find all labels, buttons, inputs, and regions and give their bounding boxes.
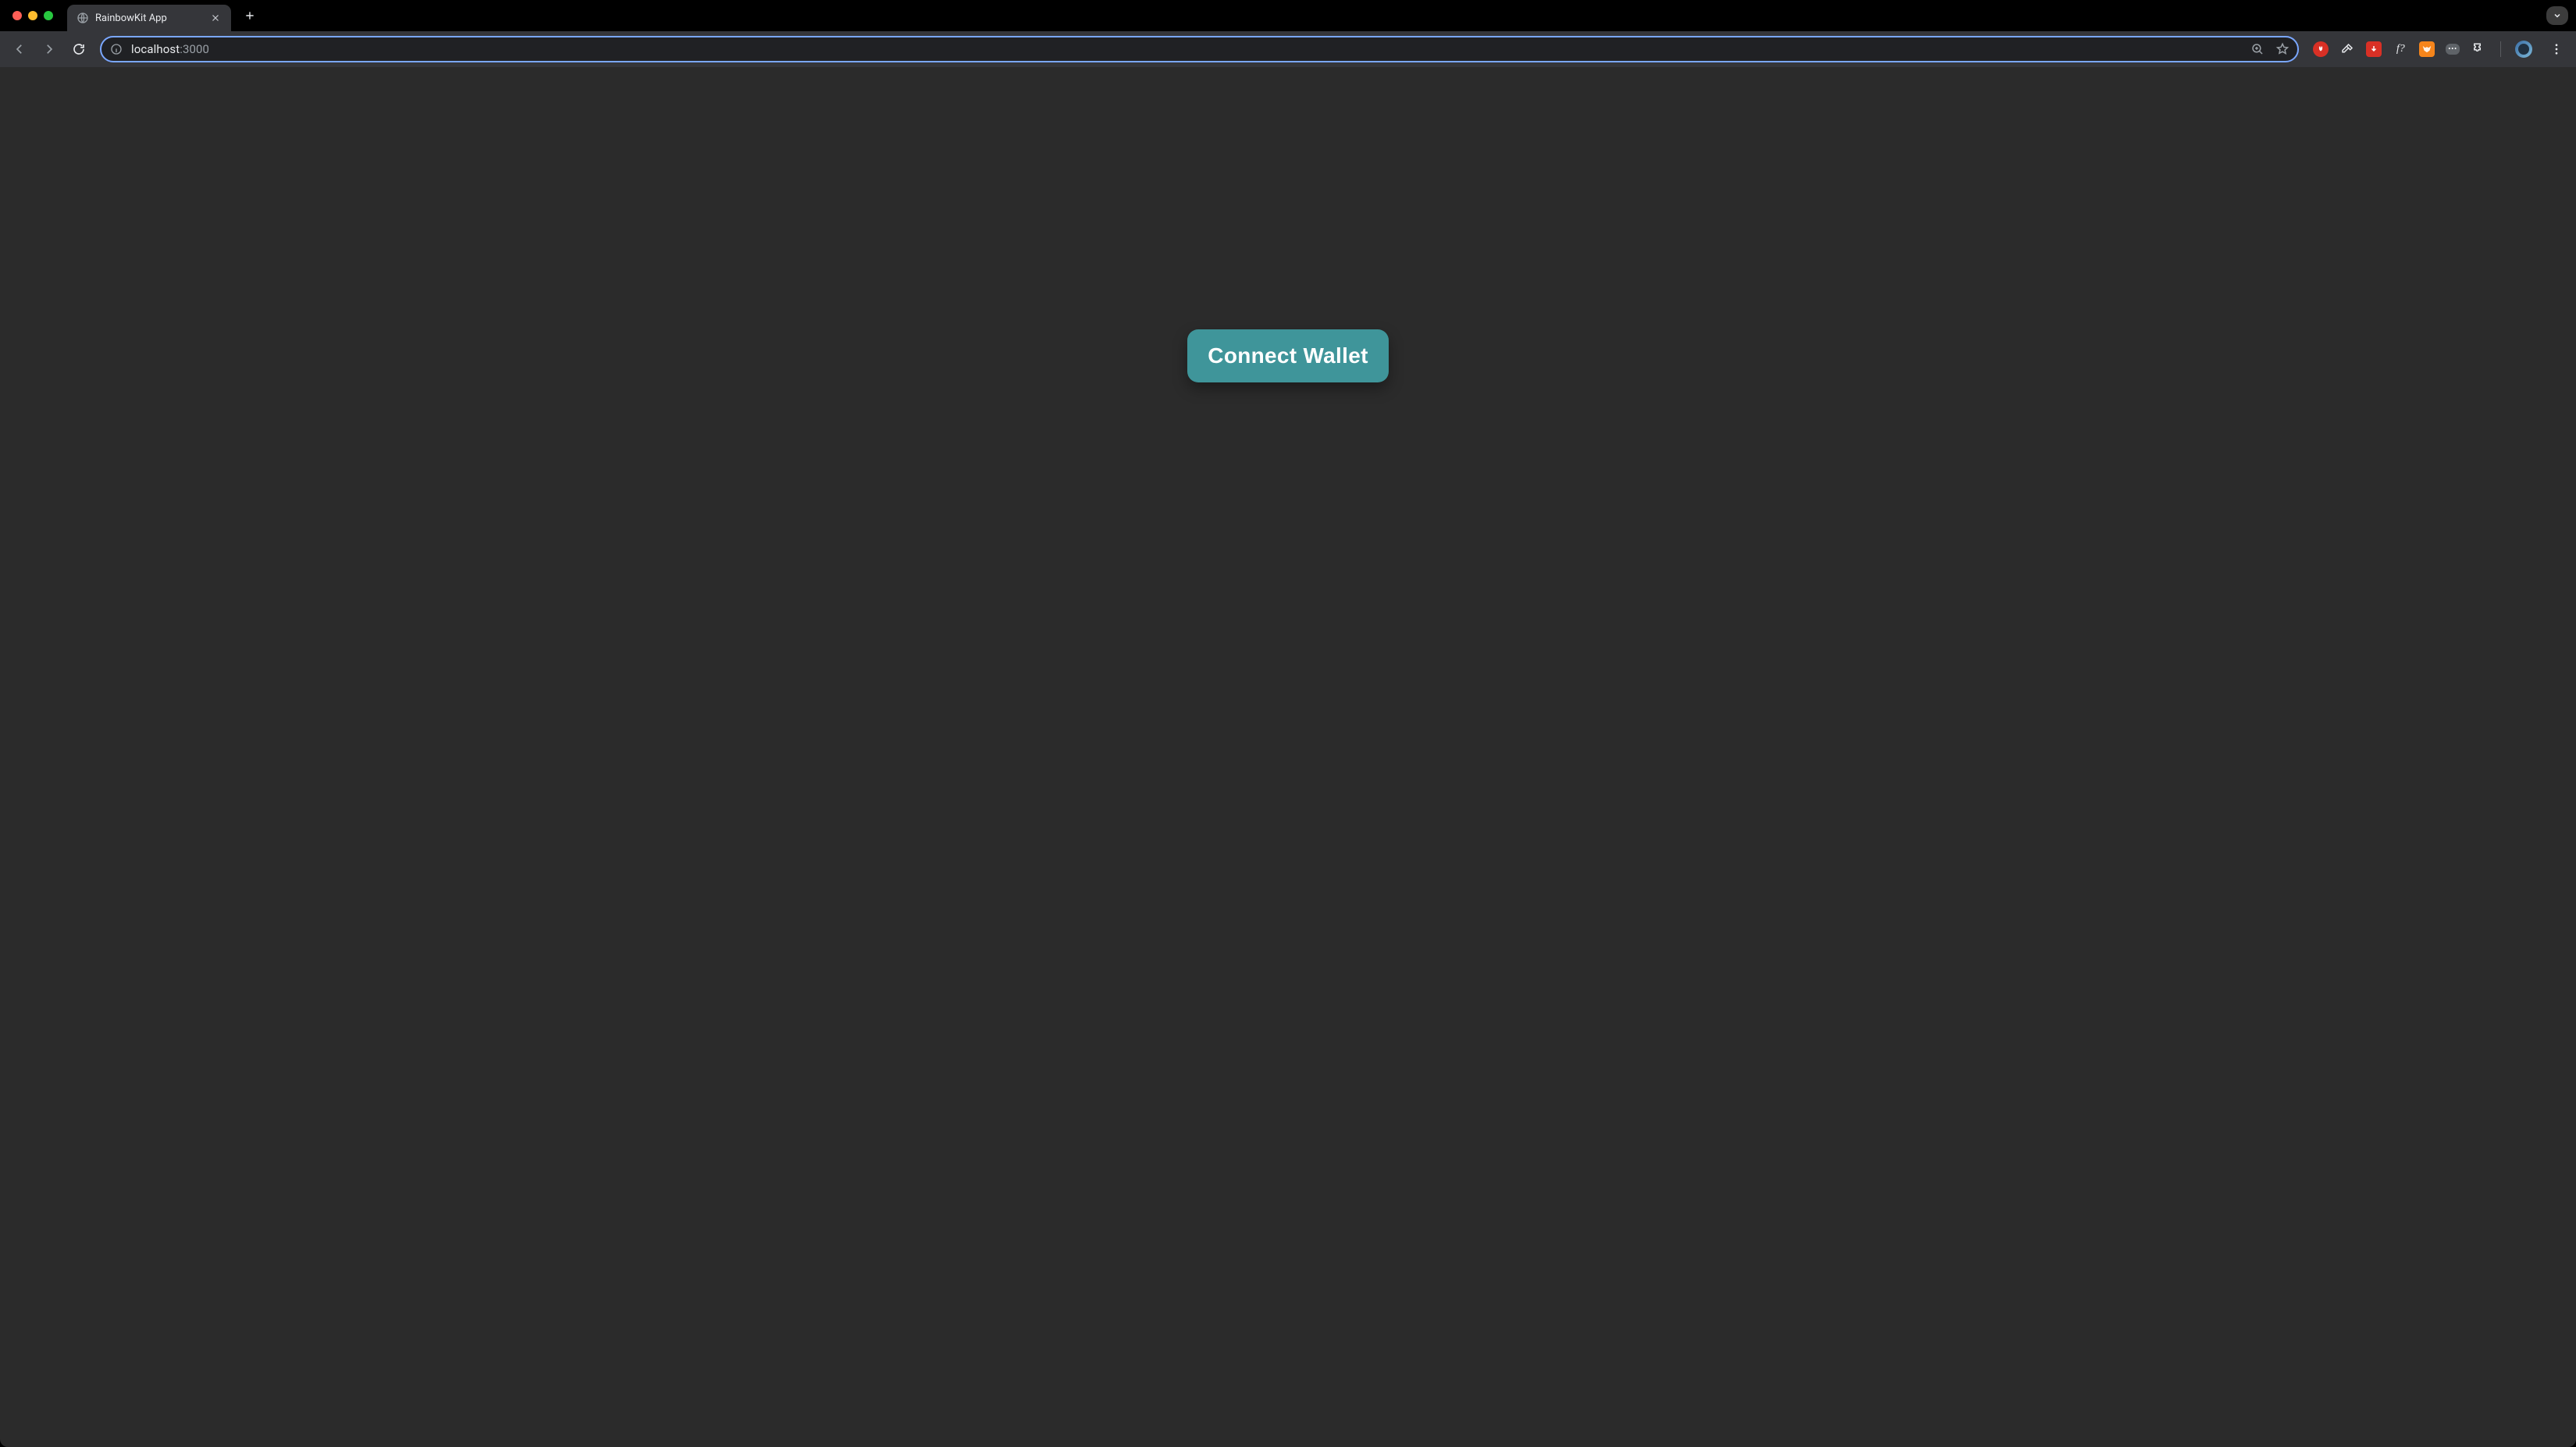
omnibox-url: localhost:3000 (131, 42, 2243, 56)
more-extension-icon[interactable]: ••• (2446, 44, 2460, 55)
extensions-puzzle-icon[interactable] (2471, 41, 2486, 57)
bookmark-star-icon[interactable] (2275, 42, 2290, 56)
extensions-row: f? ••• (2313, 36, 2570, 62)
zoom-icon[interactable] (2250, 42, 2265, 56)
new-tab-button[interactable] (239, 5, 261, 27)
whatfont-extension-icon[interactable]: f? (2393, 41, 2408, 57)
tab-title: RainbowKit App (95, 12, 167, 24)
toolbar-divider (2500, 41, 2501, 57)
tabs: RainbowKit App (67, 0, 231, 31)
profile-avatar-button[interactable] (2515, 41, 2532, 58)
window-minimize-button[interactable] (28, 11, 37, 20)
connect-wallet-button[interactable]: Connect Wallet (1187, 329, 1388, 382)
nav-forward-button[interactable] (36, 36, 62, 62)
site-info-icon[interactable] (109, 42, 123, 56)
page-viewport: Connect Wallet (0, 67, 2576, 1447)
metamask-extension-icon[interactable] (2419, 41, 2435, 57)
window-zoom-button[interactable] (44, 11, 53, 20)
page-content: Connect Wallet (0, 67, 2576, 645)
ublock-extension-icon[interactable] (2313, 41, 2329, 57)
omnibox-actions (2250, 42, 2290, 56)
chrome-menu-button[interactable] (2543, 36, 2570, 62)
omnibox[interactable]: localhost:3000 (100, 36, 2299, 62)
window-close-button[interactable] (12, 11, 22, 20)
nav-reload-button[interactable] (66, 36, 92, 62)
window-dropdown-button[interactable] (2546, 6, 2568, 25)
tab-rainbowkit-app[interactable]: RainbowKit App (67, 5, 231, 31)
browser-window: RainbowKit App (0, 0, 2576, 1447)
globe-icon (76, 12, 89, 24)
omnibox-host: localhost (131, 42, 180, 56)
download-extension-icon[interactable] (2366, 41, 2382, 57)
omnibox-port: :3000 (180, 42, 209, 56)
nav-back-button[interactable] (6, 36, 33, 62)
close-icon[interactable] (209, 12, 222, 24)
eyedropper-extension-icon[interactable] (2339, 41, 2355, 57)
toolbar: localhost:3000 f? (0, 31, 2576, 67)
tab-strip: RainbowKit App (0, 0, 2576, 31)
window-traffic-lights (12, 11, 53, 20)
